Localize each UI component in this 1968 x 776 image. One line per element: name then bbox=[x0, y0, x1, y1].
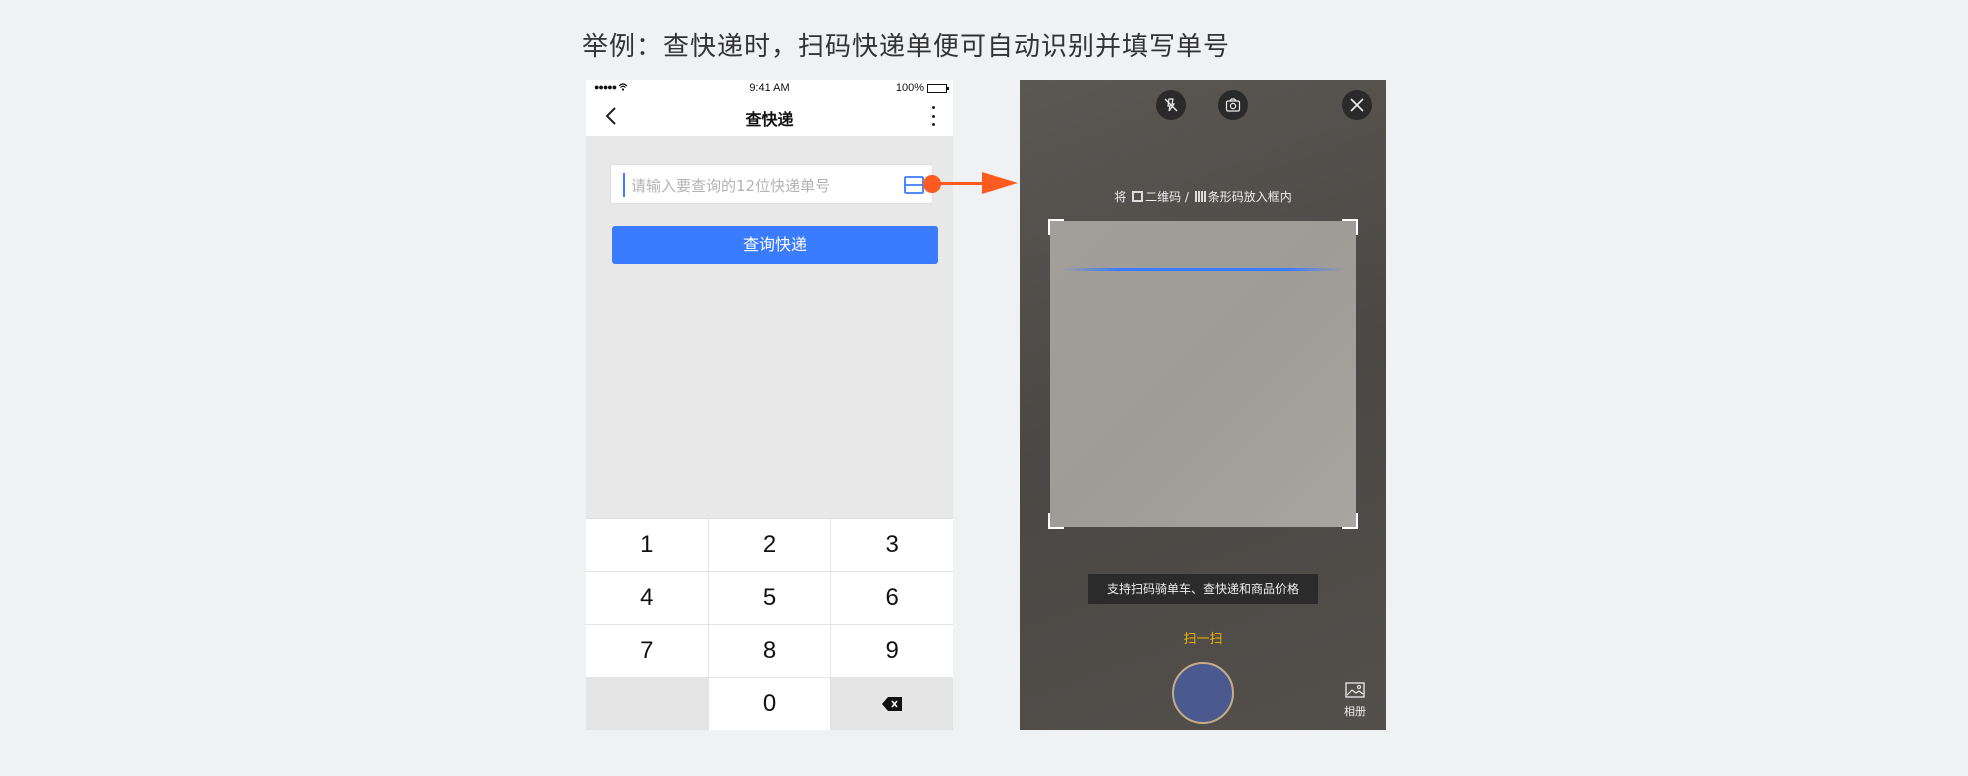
tracking-number-input[interactable]: 请输入要查询的12位快递单号 bbox=[610, 164, 933, 204]
key-2[interactable]: 2 bbox=[708, 519, 831, 571]
scan-label: 扫一扫 bbox=[1183, 632, 1223, 647]
close-icon bbox=[1350, 98, 1364, 112]
scan-frame bbox=[1048, 219, 1358, 529]
key-5[interactable]: 5 bbox=[708, 572, 831, 624]
nav-bar: 查快递 bbox=[586, 96, 953, 136]
backspace-icon bbox=[882, 697, 903, 711]
battery-indicator: 100% bbox=[895, 82, 949, 94]
scan-line bbox=[1062, 268, 1344, 271]
key-9[interactable]: 9 bbox=[831, 625, 953, 677]
more-icon[interactable] bbox=[931, 106, 935, 126]
shutter-button[interactable] bbox=[1172, 662, 1234, 724]
query-button[interactable]: 查询快递 bbox=[612, 226, 938, 264]
connector-arrowhead bbox=[982, 172, 1018, 194]
key-8[interactable]: 8 bbox=[708, 625, 831, 677]
barcode-icon bbox=[1194, 191, 1206, 202]
scan-hint: 将 二维码 / 条形码放入框内 bbox=[1114, 190, 1292, 204]
support-tip: 支持扫码骑单车、查快递和商品价格 bbox=[1088, 574, 1318, 604]
key-1[interactable]: 1 bbox=[586, 519, 708, 571]
album-icon bbox=[1345, 682, 1365, 698]
battery-icon bbox=[927, 83, 949, 93]
express-query-screen: ●●●●● 9:41 AM 100% 查快递 请输入要查询的12位快递单号 查询… bbox=[586, 80, 953, 730]
tracking-number-placeholder: 请输入要查询的12位快递单号 bbox=[631, 177, 831, 195]
album-label: 相册 bbox=[1344, 705, 1366, 718]
caption: 举例：查快递时，扫码快递单便可自动识别并填写单号 bbox=[582, 32, 1231, 62]
delete-key[interactable] bbox=[831, 678, 953, 730]
scanner-screen: 将 二维码 / 条形码放入框内 支持扫码骑单车、查快递和商品价格 扫一扫 相册 bbox=[1020, 80, 1386, 730]
flashlight-off-icon bbox=[1164, 98, 1178, 112]
numeric-keypad: 1 2 3 4 5 6 7 8 9 0 bbox=[586, 518, 953, 730]
connector-line bbox=[936, 182, 986, 185]
switch-camera-button[interactable] bbox=[1218, 90, 1248, 120]
qr-code-icon bbox=[1132, 191, 1144, 202]
scan-icon[interactable] bbox=[904, 175, 924, 195]
key-0[interactable]: 0 bbox=[708, 678, 831, 730]
key-6[interactable]: 6 bbox=[831, 572, 953, 624]
album-button[interactable]: 相册 bbox=[1340, 682, 1370, 719]
flashlight-off-button[interactable] bbox=[1156, 90, 1186, 120]
key-3[interactable]: 3 bbox=[831, 519, 953, 571]
battery-percent: 100% bbox=[895, 82, 924, 94]
key-7[interactable]: 7 bbox=[586, 625, 708, 677]
text-caret bbox=[623, 173, 625, 197]
close-button[interactable] bbox=[1342, 90, 1372, 120]
key-4[interactable]: 4 bbox=[586, 572, 708, 624]
camera-switch-icon bbox=[1225, 98, 1241, 112]
page-title: 查快递 bbox=[745, 110, 794, 129]
key-empty bbox=[586, 678, 708, 730]
status-bar: ●●●●● 9:41 AM 100% bbox=[586, 80, 953, 96]
